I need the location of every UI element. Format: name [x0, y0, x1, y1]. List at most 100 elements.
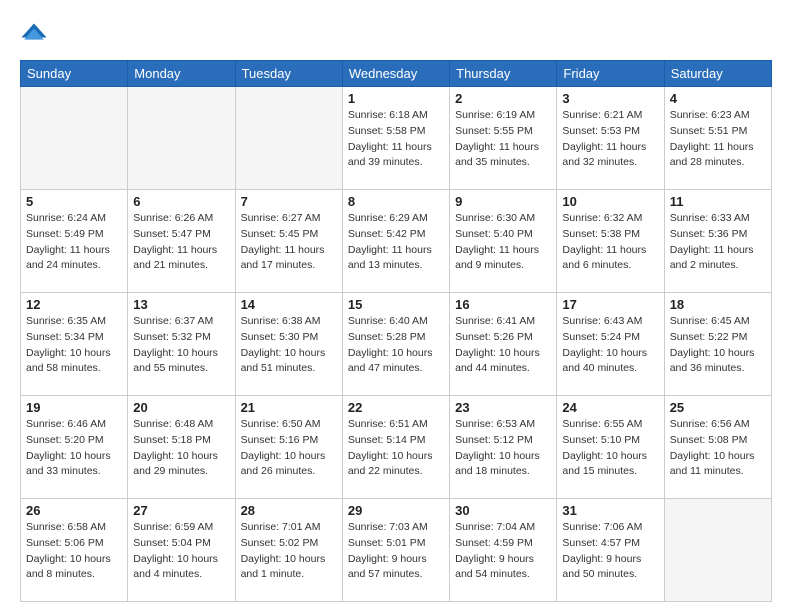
- day-info: Sunrise: 6:43 AMSunset: 5:24 PMDaylight:…: [562, 314, 658, 377]
- day-number: 23: [455, 400, 551, 415]
- day-number: 14: [241, 297, 337, 312]
- calendar-cell: 27Sunrise: 6:59 AMSunset: 5:04 PMDayligh…: [128, 499, 235, 602]
- header: [20, 20, 772, 48]
- calendar-cell: 4Sunrise: 6:23 AMSunset: 5:51 PMDaylight…: [664, 87, 771, 190]
- day-info: Sunrise: 6:30 AMSunset: 5:40 PMDaylight:…: [455, 211, 551, 274]
- calendar-cell: 31 Sunrise: 7:06 AMSunset: 4:57 PMDayligh…: [557, 499, 664, 602]
- week-row-3: 12 Sunrise: 6:35 AMSunset: 5:34 PMDayligh…: [21, 293, 772, 396]
- calendar-cell: 16 Sunrise: 6:41 AMSunset: 5:26 PMDayligh…: [450, 293, 557, 396]
- weekday-header-sunday: Sunday: [21, 61, 128, 87]
- day-number: 8: [348, 194, 444, 209]
- day-info: Sunrise: 6:29 AMSunset: 5:42 PMDaylight:…: [348, 211, 444, 274]
- day-number: 30: [455, 503, 551, 518]
- day-number: 19: [26, 400, 122, 415]
- week-row-2: 5Sunrise: 6:24 AMSunset: 5:49 PMDaylight…: [21, 190, 772, 293]
- day-number: 13: [133, 297, 229, 312]
- day-info: Sunrise: 7:03 AMSunset: 5:01 PMDaylight:…: [348, 520, 444, 583]
- calendar-cell: 2Sunrise: 6:19 AMSunset: 5:55 PMDaylight…: [450, 87, 557, 190]
- logo: [20, 20, 52, 48]
- calendar-cell: [21, 87, 128, 190]
- calendar-cell: [235, 87, 342, 190]
- weekday-header-wednesday: Wednesday: [342, 61, 449, 87]
- logo-icon: [20, 20, 48, 48]
- day-info: Sunrise: 7:06 AMSunset: 4:57 PMDaylight:…: [562, 520, 658, 583]
- day-number: 18: [670, 297, 766, 312]
- day-number: 11: [670, 194, 766, 209]
- calendar-cell: 8 Sunrise: 6:29 AMSunset: 5:42 PMDaylight…: [342, 190, 449, 293]
- calendar-cell: 30 Sunrise: 7:04 AMSunset: 4:59 PMDayligh…: [450, 499, 557, 602]
- day-number: 24: [562, 400, 658, 415]
- day-number: 1: [348, 91, 444, 106]
- day-info: Sunrise: 6:45 AMSunset: 5:22 PMDaylight:…: [670, 314, 766, 377]
- day-info: Sunrise: 6:41 AMSunset: 5:26 PMDaylight:…: [455, 314, 551, 377]
- day-number: 16: [455, 297, 551, 312]
- day-number: 6: [133, 194, 229, 209]
- calendar-cell: 28 Sunrise: 7:01 AMSunset: 5:02 PMDayligh…: [235, 499, 342, 602]
- calendar-cell: 5Sunrise: 6:24 AMSunset: 5:49 PMDaylight…: [21, 190, 128, 293]
- day-info: Sunrise: 7:04 AMSunset: 4:59 PMDaylight:…: [455, 520, 551, 583]
- day-number: 12: [26, 297, 122, 312]
- day-number: 15: [348, 297, 444, 312]
- day-number: 20: [133, 400, 229, 415]
- day-info: Sunrise: 6:26 AMSunset: 5:47 PMDaylight:…: [133, 211, 229, 274]
- calendar-cell: 25Sunrise: 6:56 AMSunset: 5:08 PMDayligh…: [664, 396, 771, 499]
- day-number: 21: [241, 400, 337, 415]
- day-info: Sunrise: 6:53 AMSunset: 5:12 PMDaylight:…: [455, 417, 551, 480]
- calendar-cell: 18 Sunrise: 6:45 AMSunset: 5:22 PMDayligh…: [664, 293, 771, 396]
- day-info: Sunrise: 6:38 AMSunset: 5:30 PMDaylight:…: [241, 314, 337, 377]
- calendar-cell: 12 Sunrise: 6:35 AMSunset: 5:34 PMDayligh…: [21, 293, 128, 396]
- day-info: Sunrise: 6:55 AMSunset: 5:10 PMDaylight:…: [562, 417, 658, 480]
- day-number: 22: [348, 400, 444, 415]
- calendar-cell: 22 Sunrise: 6:51 AMSunset: 5:14 PMDayligh…: [342, 396, 449, 499]
- day-info: Sunrise: 6:50 AMSunset: 5:16 PMDaylight:…: [241, 417, 337, 480]
- day-info: Sunrise: 6:46 AMSunset: 5:20 PMDaylight:…: [26, 417, 122, 480]
- day-info: Sunrise: 6:21 AMSunset: 5:53 PMDaylight:…: [562, 108, 658, 171]
- weekday-header-tuesday: Tuesday: [235, 61, 342, 87]
- calendar-table: SundayMondayTuesdayWednesdayThursdayFrid…: [20, 60, 772, 602]
- day-number: 31: [562, 503, 658, 518]
- day-info: Sunrise: 6:35 AMSunset: 5:34 PMDaylight:…: [26, 314, 122, 377]
- calendar-cell: 14 Sunrise: 6:38 AMSunset: 5:30 PMDayligh…: [235, 293, 342, 396]
- day-info: Sunrise: 6:51 AMSunset: 5:14 PMDaylight:…: [348, 417, 444, 480]
- day-info: Sunrise: 6:18 AMSunset: 5:58 PMDaylight:…: [348, 108, 444, 171]
- calendar-cell: 7Sunrise: 6:27 AMSunset: 5:45 PMDaylight…: [235, 190, 342, 293]
- day-info: Sunrise: 6:33 AMSunset: 5:36 PMDaylight:…: [670, 211, 766, 274]
- day-number: 10: [562, 194, 658, 209]
- day-info: Sunrise: 7:01 AMSunset: 5:02 PMDaylight:…: [241, 520, 337, 583]
- day-info: Sunrise: 6:23 AMSunset: 5:51 PMDaylight:…: [670, 108, 766, 171]
- day-info: Sunrise: 6:32 AMSunset: 5:38 PMDaylight:…: [562, 211, 658, 274]
- calendar-cell: 29 Sunrise: 7:03 AMSunset: 5:01 PMDayligh…: [342, 499, 449, 602]
- calendar-cell: 26 Sunrise: 6:58 AMSunset: 5:06 PMDayligh…: [21, 499, 128, 602]
- day-number: 26: [26, 503, 122, 518]
- calendar-cell: 17 Sunrise: 6:43 AMSunset: 5:24 PMDayligh…: [557, 293, 664, 396]
- day-number: 28: [241, 503, 337, 518]
- calendar-cell: 3 Sunrise: 6:21 AMSunset: 5:53 PMDaylight…: [557, 87, 664, 190]
- day-number: 9: [455, 194, 551, 209]
- day-number: 17: [562, 297, 658, 312]
- day-number: 27: [133, 503, 229, 518]
- weekday-header-thursday: Thursday: [450, 61, 557, 87]
- calendar-cell: 9 Sunrise: 6:30 AMSunset: 5:40 PMDaylight…: [450, 190, 557, 293]
- calendar-cell: 21 Sunrise: 6:50 AMSunset: 5:16 PMDayligh…: [235, 396, 342, 499]
- page: SundayMondayTuesdayWednesdayThursdayFrid…: [0, 0, 792, 612]
- calendar-cell: 24 Sunrise: 6:55 AMSunset: 5:10 PMDayligh…: [557, 396, 664, 499]
- day-info: Sunrise: 6:58 AMSunset: 5:06 PMDaylight:…: [26, 520, 122, 583]
- week-row-5: 26 Sunrise: 6:58 AMSunset: 5:06 PMDayligh…: [21, 499, 772, 602]
- weekday-header-monday: Monday: [128, 61, 235, 87]
- week-row-1: 1 Sunrise: 6:18 AMSunset: 5:58 PMDaylight…: [21, 87, 772, 190]
- day-number: 29: [348, 503, 444, 518]
- calendar-cell: 11 Sunrise: 6:33 AMSunset: 5:36 PMDayligh…: [664, 190, 771, 293]
- day-info: Sunrise: 6:40 AMSunset: 5:28 PMDaylight:…: [348, 314, 444, 377]
- weekday-header-friday: Friday: [557, 61, 664, 87]
- calendar-cell: [664, 499, 771, 602]
- day-number: 3: [562, 91, 658, 106]
- day-info: Sunrise: 6:37 AMSunset: 5:32 PMDaylight:…: [133, 314, 229, 377]
- calendar-cell: 20Sunrise: 6:48 AMSunset: 5:18 PMDayligh…: [128, 396, 235, 499]
- calendar-cell: 23 Sunrise: 6:53 AMSunset: 5:12 PMDayligh…: [450, 396, 557, 499]
- day-number: 2: [455, 91, 551, 106]
- calendar-cell: 1 Sunrise: 6:18 AMSunset: 5:58 PMDaylight…: [342, 87, 449, 190]
- day-info: Sunrise: 6:24 AMSunset: 5:49 PMDaylight:…: [26, 211, 122, 274]
- day-number: 7: [241, 194, 337, 209]
- calendar-cell: [128, 87, 235, 190]
- weekday-header-row: SundayMondayTuesdayWednesdayThursdayFrid…: [21, 61, 772, 87]
